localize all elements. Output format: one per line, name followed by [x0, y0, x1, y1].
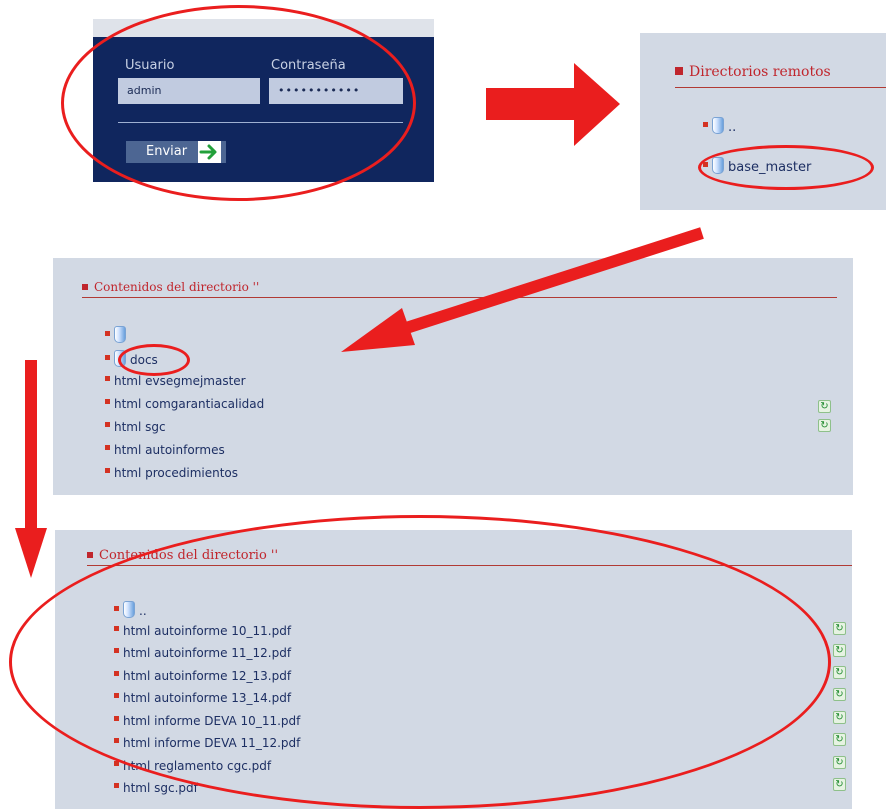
- arrow-right-annotation: [486, 63, 620, 146]
- arrow-diagonal-shaft: [398, 227, 704, 336]
- arrow-diagonal-head: [341, 308, 415, 352]
- arrow-down-head: [15, 528, 47, 578]
- base-master-highlight-circle: [698, 145, 874, 190]
- docs-highlight-circle: [118, 344, 190, 376]
- files-highlight-circle: [9, 515, 831, 809]
- login-highlight-circle: [61, 5, 416, 201]
- arrow-down-shaft: [25, 360, 37, 530]
